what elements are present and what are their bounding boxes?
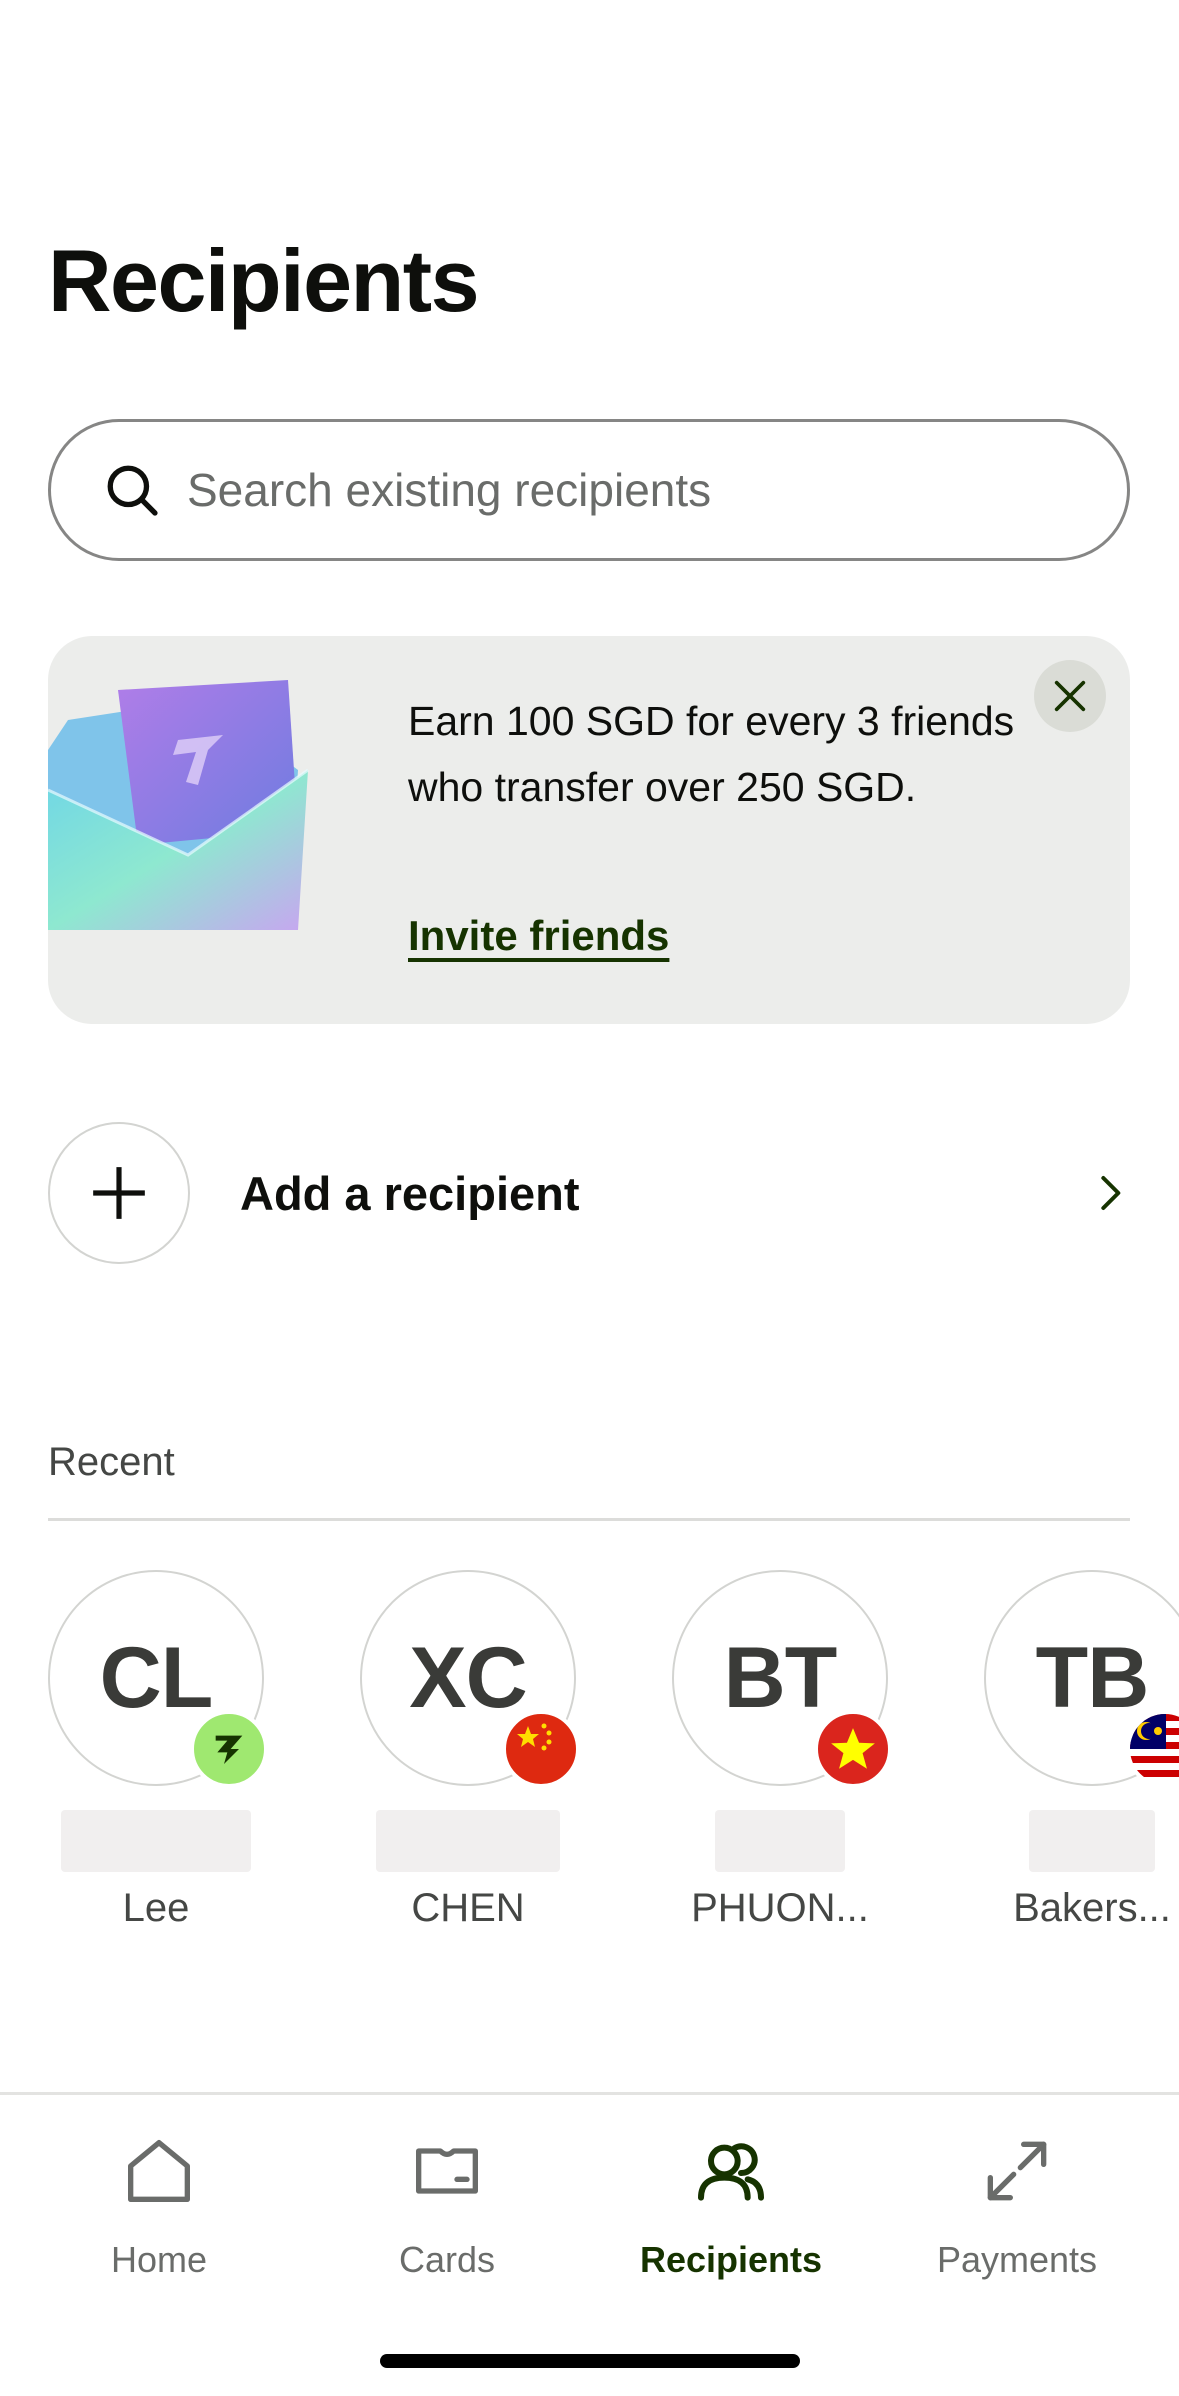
add-recipient-circle xyxy=(48,1122,190,1264)
wise-logo-icon xyxy=(215,1735,243,1764)
avatar-initials: TB xyxy=(1035,1629,1150,1726)
avatar: XC xyxy=(360,1570,580,1788)
wise-logo-badge xyxy=(190,1710,268,1788)
add-recipient-button[interactable]: Add a recipient xyxy=(48,1120,1130,1266)
close-icon xyxy=(1054,680,1086,712)
tab-payments[interactable]: Payments xyxy=(872,2131,1162,2281)
search-icon xyxy=(107,465,158,516)
avatar: TB xyxy=(984,1570,1179,1788)
china-flag-badge xyxy=(502,1710,580,1788)
recent-recipients-list: CL Lee XC CHEN BT PHUON... TB Bakers... xyxy=(0,1570,1179,1970)
recent-recipient[interactable]: BT PHUON... xyxy=(660,1570,900,1931)
bottom-tab-bar: Home Cards Recipients Payments xyxy=(0,2092,1179,2396)
home-indicator[interactable] xyxy=(380,2354,800,2368)
vietnam-flag-badge xyxy=(814,1710,892,1788)
avatar: CL xyxy=(48,1570,268,1788)
home-icon xyxy=(127,2140,190,2202)
chevron-right-icon xyxy=(1101,1176,1121,1210)
referral-promo-card: Earn 100 SGD for every 3 friends who tra… xyxy=(48,636,1130,1024)
add-recipient-label: Add a recipient xyxy=(240,1166,580,1220)
avatar: BT xyxy=(672,1570,892,1788)
redacted-name xyxy=(376,1810,560,1872)
tab-label: Payments xyxy=(936,2239,1098,2280)
avatar-initials: XC xyxy=(409,1629,527,1726)
plus-icon xyxy=(93,1167,145,1219)
tab-label: Recipients xyxy=(639,2239,823,2280)
tab-home[interactable]: Home xyxy=(14,2131,304,2281)
invite-friends-link[interactable]: Invite friends xyxy=(408,912,669,960)
recent-recipient[interactable]: CL Lee xyxy=(36,1570,276,1931)
recipients-icon xyxy=(698,2143,764,2201)
redacted-name xyxy=(1029,1810,1155,1872)
redacted-name xyxy=(61,1810,251,1872)
page-title: Recipients xyxy=(48,231,480,330)
recent-section-label: Recent xyxy=(48,1440,175,1484)
tab-recipients[interactable]: Recipients xyxy=(586,2131,876,2281)
card-icon xyxy=(416,2148,479,2194)
recent-recipient[interactable]: TB Bakers... xyxy=(972,1570,1179,1931)
redacted-name xyxy=(715,1810,845,1872)
promo-text: Earn 100 SGD for every 3 friends who tra… xyxy=(408,698,1015,810)
search-input[interactable] xyxy=(185,462,1069,518)
vietnam-flag-icon xyxy=(831,1728,875,1769)
recipient-name: CHEN xyxy=(411,1886,525,1930)
payments-icon xyxy=(987,2141,1047,2201)
tab-label: Home xyxy=(110,2239,208,2280)
envelope-illustration xyxy=(48,680,309,930)
china-flag-icon xyxy=(517,1723,552,1751)
avatar-initials: BT xyxy=(723,1629,838,1726)
recipient-name: Bakers... xyxy=(1013,1886,1171,1930)
search-bar[interactable] xyxy=(48,419,1130,561)
recipient-name: PHUON... xyxy=(691,1886,869,1930)
recipient-name: Lee xyxy=(122,1886,190,1930)
tab-cards[interactable]: Cards xyxy=(302,2131,592,2281)
malaysia-flag-icon xyxy=(1130,1714,1179,1784)
tab-label: Cards xyxy=(398,2239,496,2280)
section-divider xyxy=(48,1518,1130,1521)
avatar-initials: CL xyxy=(99,1629,214,1726)
recent-recipient[interactable]: XC CHEN xyxy=(348,1570,588,1931)
close-promo-button[interactable] xyxy=(1034,660,1106,732)
